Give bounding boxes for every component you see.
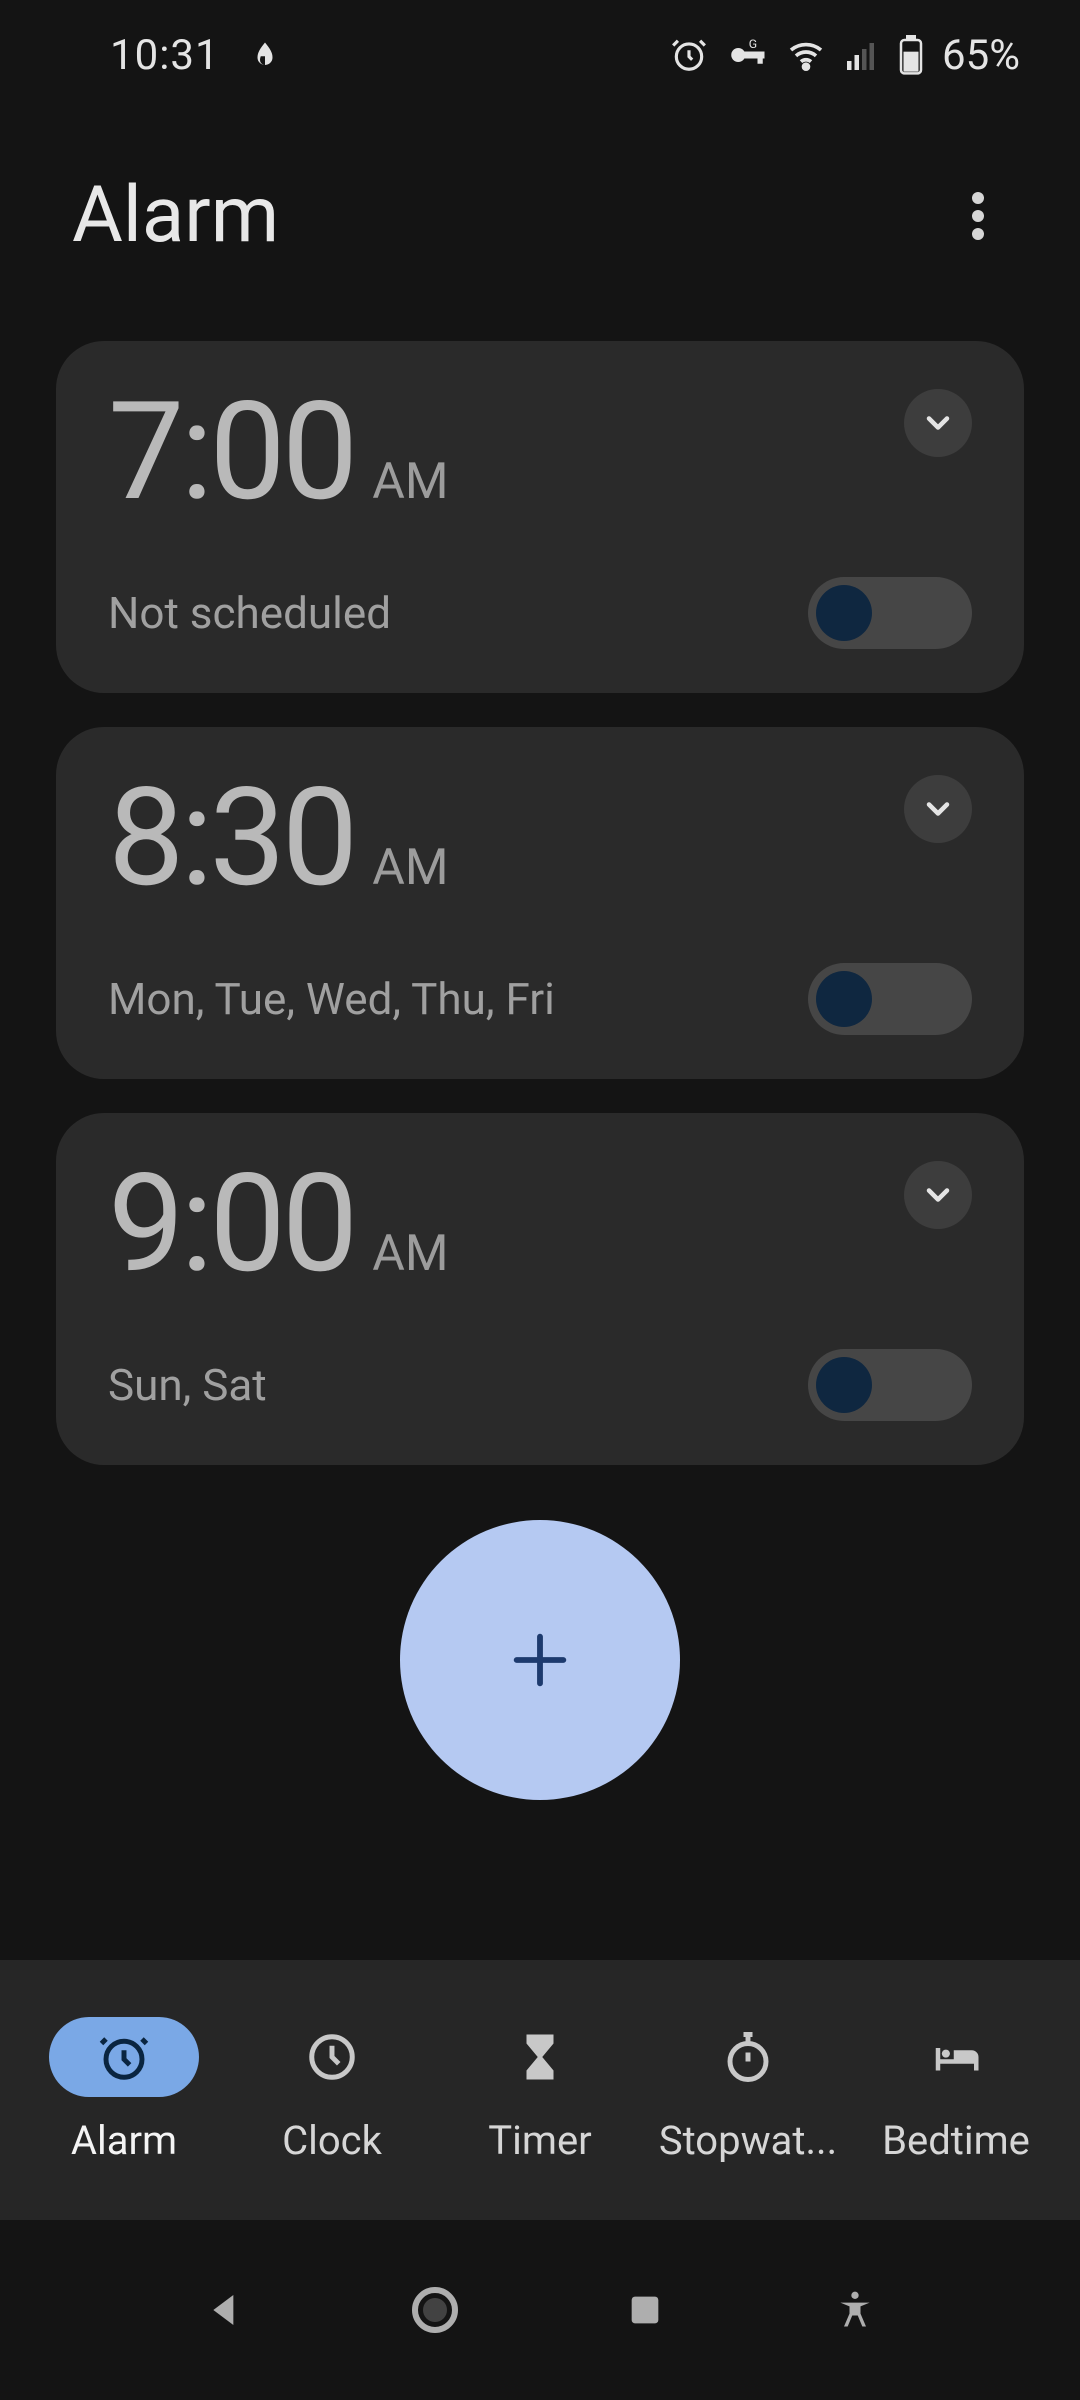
contrast-icon — [250, 40, 280, 70]
alarm-time: 7:00 — [108, 385, 354, 521]
header: Alarm — [0, 110, 1080, 341]
nav-label: Stopwat... — [659, 2117, 837, 2164]
bed-icon — [929, 2030, 983, 2084]
toggle-thumb — [816, 585, 872, 641]
bottom-nav: Alarm Clock Timer Stopwat... Bedtime — [0, 1960, 1080, 2220]
wifi-icon — [786, 35, 826, 75]
accessibility-icon — [833, 2288, 877, 2332]
nav-label: Clock — [282, 2117, 382, 2164]
accessibility-button[interactable] — [810, 2265, 900, 2355]
more-vert-icon — [972, 192, 984, 240]
battery-percent: 65% — [942, 31, 1020, 80]
nav-label: Alarm — [71, 2117, 177, 2164]
vpn-key-icon: G — [726, 34, 768, 76]
nav-label: Bedtime — [882, 2117, 1030, 2164]
expand-alarm-button[interactable] — [904, 775, 972, 843]
alarm-icon — [97, 2030, 151, 2084]
page-title: Alarm — [72, 170, 279, 261]
chevron-down-icon — [920, 1177, 956, 1213]
system-nav-bar — [0, 2220, 1080, 2400]
plus-icon — [505, 1625, 575, 1695]
triangle-back-icon — [205, 2287, 245, 2333]
clock-icon — [305, 2030, 359, 2084]
alarm-card[interactable]: 9:00 AM Sun, Sat — [56, 1113, 1024, 1465]
alarm-status-icon — [670, 36, 708, 74]
alarm-card[interactable]: 8:30 AM Mon, Tue, Wed, Thu, Fri — [56, 727, 1024, 1079]
recents-button[interactable] — [600, 2265, 690, 2355]
alarm-list: 7:00 AM Not scheduled 8:30 AM — [0, 341, 1080, 1465]
alarm-schedule: Sun, Sat — [108, 1359, 267, 1411]
alarm-time-display[interactable]: 8:30 AM — [108, 771, 449, 907]
hourglass-icon — [513, 2030, 567, 2084]
alarm-schedule: Mon, Tue, Wed, Thu, Fri — [108, 973, 555, 1025]
alarm-card[interactable]: 7:00 AM Not scheduled — [56, 341, 1024, 693]
chevron-down-icon — [920, 791, 956, 827]
alarm-schedule: Not scheduled — [108, 587, 391, 639]
svg-text:G: G — [749, 37, 757, 51]
signal-icon — [844, 37, 880, 73]
alarm-toggle[interactable] — [808, 577, 972, 649]
alarm-time-display[interactable]: 7:00 AM — [108, 385, 449, 521]
chevron-down-icon — [920, 405, 956, 441]
square-recents-icon — [625, 2290, 665, 2330]
toggle-thumb — [816, 971, 872, 1027]
alarm-time-display[interactable]: 9:00 AM — [108, 1157, 449, 1293]
nav-timer[interactable]: Timer — [436, 2017, 644, 2164]
nav-label: Timer — [488, 2117, 591, 2164]
alarm-ampm: AM — [372, 453, 448, 511]
alarm-ampm: AM — [372, 839, 448, 897]
nav-alarm[interactable]: Alarm — [20, 2017, 228, 2164]
alarm-toggle[interactable] — [808, 1349, 972, 1421]
nav-clock[interactable]: Clock — [228, 2017, 436, 2164]
nav-bedtime[interactable]: Bedtime — [852, 2017, 1060, 2164]
add-alarm-button[interactable] — [400, 1520, 680, 1800]
status-time: 10:31 — [110, 31, 220, 80]
circle-home-icon — [411, 2286, 459, 2334]
alarm-toggle[interactable] — [808, 963, 972, 1035]
expand-alarm-button[interactable] — [904, 389, 972, 457]
alarm-time: 9:00 — [108, 1157, 354, 1293]
stopwatch-icon — [721, 2030, 775, 2084]
status-bar: 10:31 G 65% — [0, 0, 1080, 110]
home-button[interactable] — [390, 2265, 480, 2355]
more-options-button[interactable] — [948, 186, 1008, 246]
alarm-ampm: AM — [372, 1225, 448, 1283]
expand-alarm-button[interactable] — [904, 1161, 972, 1229]
back-button[interactable] — [180, 2265, 270, 2355]
toggle-thumb — [816, 1357, 872, 1413]
alarm-time: 8:30 — [108, 771, 354, 907]
nav-stopwatch[interactable]: Stopwat... — [644, 2017, 852, 2164]
battery-icon — [898, 35, 924, 75]
